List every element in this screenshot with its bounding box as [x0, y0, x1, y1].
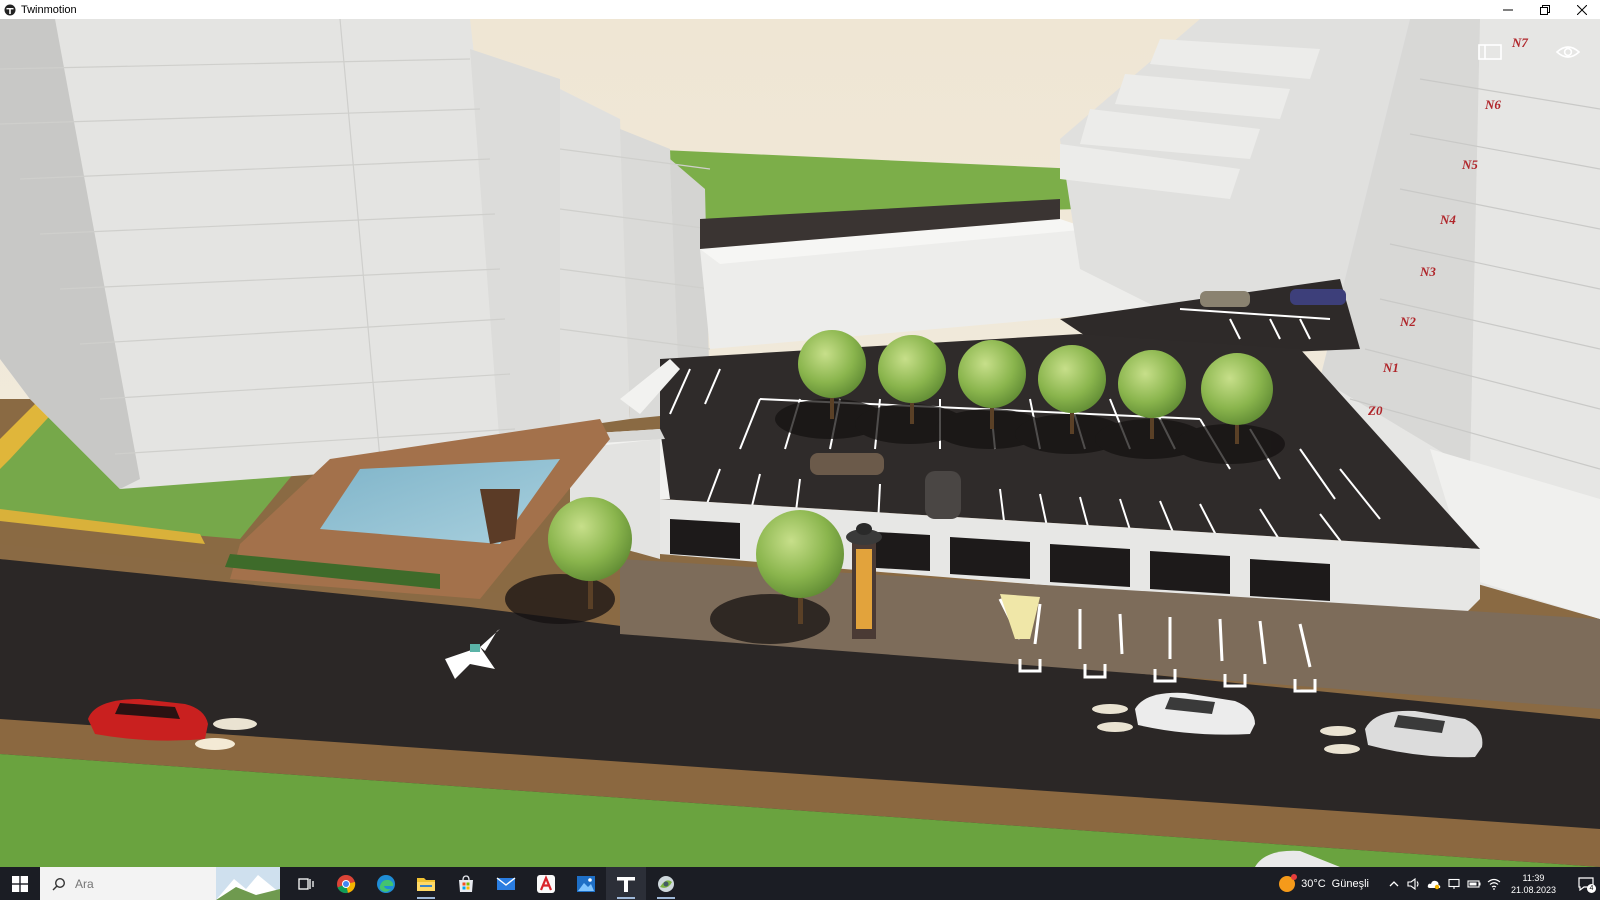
weather-condition: Güneşli: [1331, 877, 1369, 890]
store-icon: [459, 874, 473, 892]
show-hidden-icons-button[interactable]: [1387, 877, 1401, 891]
minimize-button[interactable]: [1489, 0, 1526, 19]
3d-viewport[interactable]: N7 N6 N5 N4 N3 N2 N1 Z0: [0, 19, 1600, 867]
battery-icon: [1467, 879, 1481, 888]
start-button[interactable]: [0, 867, 40, 900]
file-explorer-icon: [417, 877, 435, 891]
eye-icon: [1556, 46, 1580, 58]
taskbar-store[interactable]: [446, 867, 486, 900]
weather-temperature: 30°C: [1301, 877, 1326, 890]
search-icon: [52, 877, 66, 890]
battery-button[interactable]: [1467, 877, 1481, 891]
acrobat-icon: [537, 874, 555, 893]
floor-label: N2: [1399, 314, 1416, 329]
left-building-step2: [560, 89, 630, 429]
taskbar-apps: [286, 867, 686, 900]
taskbar-twinmotion[interactable]: [606, 867, 646, 900]
cloud-icon: [1427, 880, 1441, 889]
restore-button[interactable]: [1526, 0, 1563, 19]
taskbar-task-view[interactable]: [286, 867, 326, 900]
twinmotion-logo-icon: [4, 4, 16, 15]
twinmotion-window: Twinmotion N7 N6 N5 N4 N3 N2 N1 Z0 Ara 3…: [0, 0, 1600, 900]
weather-widget[interactable]: 30°C Güneşli: [1279, 873, 1369, 892]
windows-taskbar: 30°C Güneşli: [0, 867, 1600, 900]
close-icon: [1576, 4, 1587, 15]
title-bar[interactable]: Twinmotion: [0, 0, 1600, 19]
monitor-icon: [1448, 878, 1460, 889]
chrome-icon: [337, 874, 356, 893]
taskbar-mail[interactable]: [486, 867, 526, 900]
clock-time: 11:39: [1522, 872, 1545, 883]
speaker-icon: [1407, 877, 1419, 890]
volume-button[interactable]: [1407, 877, 1421, 891]
search-highlight-art: [216, 867, 280, 900]
close-button[interactable]: [1563, 0, 1600, 19]
mail-icon: [496, 876, 516, 890]
notification-center-button[interactable]: 4: [1572, 867, 1600, 900]
app-icon: [658, 875, 674, 892]
onedrive-button[interactable]: [1427, 877, 1441, 891]
floor-label: N1: [1382, 360, 1399, 375]
panel-layout-icon: [1478, 44, 1502, 60]
wifi-icon: [1487, 878, 1501, 890]
sun-icon: [1279, 873, 1298, 892]
photos-icon: [577, 875, 595, 892]
system-tray: 30°C Güneşli 11:39 21.08.2023 4: [1279, 867, 1600, 900]
clock[interactable]: 11:39 21.08.2023: [1511, 872, 1556, 896]
floor-label: Z0: [1367, 403, 1383, 418]
clock-date: 21.08.2023: [1510, 884, 1556, 895]
taskbar-search[interactable]: [40, 867, 280, 900]
window-title: Twinmotion: [21, 3, 77, 16]
windows-logo-icon: [12, 875, 28, 892]
edge-icon: [377, 874, 395, 893]
notification-count: 4: [1587, 884, 1596, 893]
meet-now-button[interactable]: [1447, 877, 1461, 891]
taskbar-chrome[interactable]: [326, 867, 366, 900]
network-button[interactable]: [1487, 877, 1501, 891]
taskbar-other-app[interactable]: [646, 867, 686, 900]
taskbar-photos[interactable]: [566, 867, 606, 900]
task-view-icon: [298, 877, 314, 890]
restore-icon: [1539, 4, 1550, 15]
twinmotion-icon: [617, 876, 635, 892]
floor-label: N5: [1461, 157, 1478, 172]
taskbar-acrobat[interactable]: [526, 867, 566, 900]
taskbar-edge[interactable]: [366, 867, 406, 900]
floor-label: N6: [1484, 97, 1501, 112]
scene-render: N7 N6 N5 N4 N3 N2 N1 Z0: [0, 19, 1600, 867]
search-input[interactable]: [75, 876, 195, 891]
panel-toggle-button[interactable]: [1476, 41, 1504, 63]
floor-label: N4: [1439, 212, 1456, 227]
taskbar-file-explorer[interactable]: [406, 867, 446, 900]
minimize-icon: [1502, 9, 1513, 10]
view-mode-button[interactable]: [1554, 41, 1582, 63]
floor-label: N3: [1419, 264, 1436, 279]
chevron-up-icon: [1389, 880, 1399, 886]
